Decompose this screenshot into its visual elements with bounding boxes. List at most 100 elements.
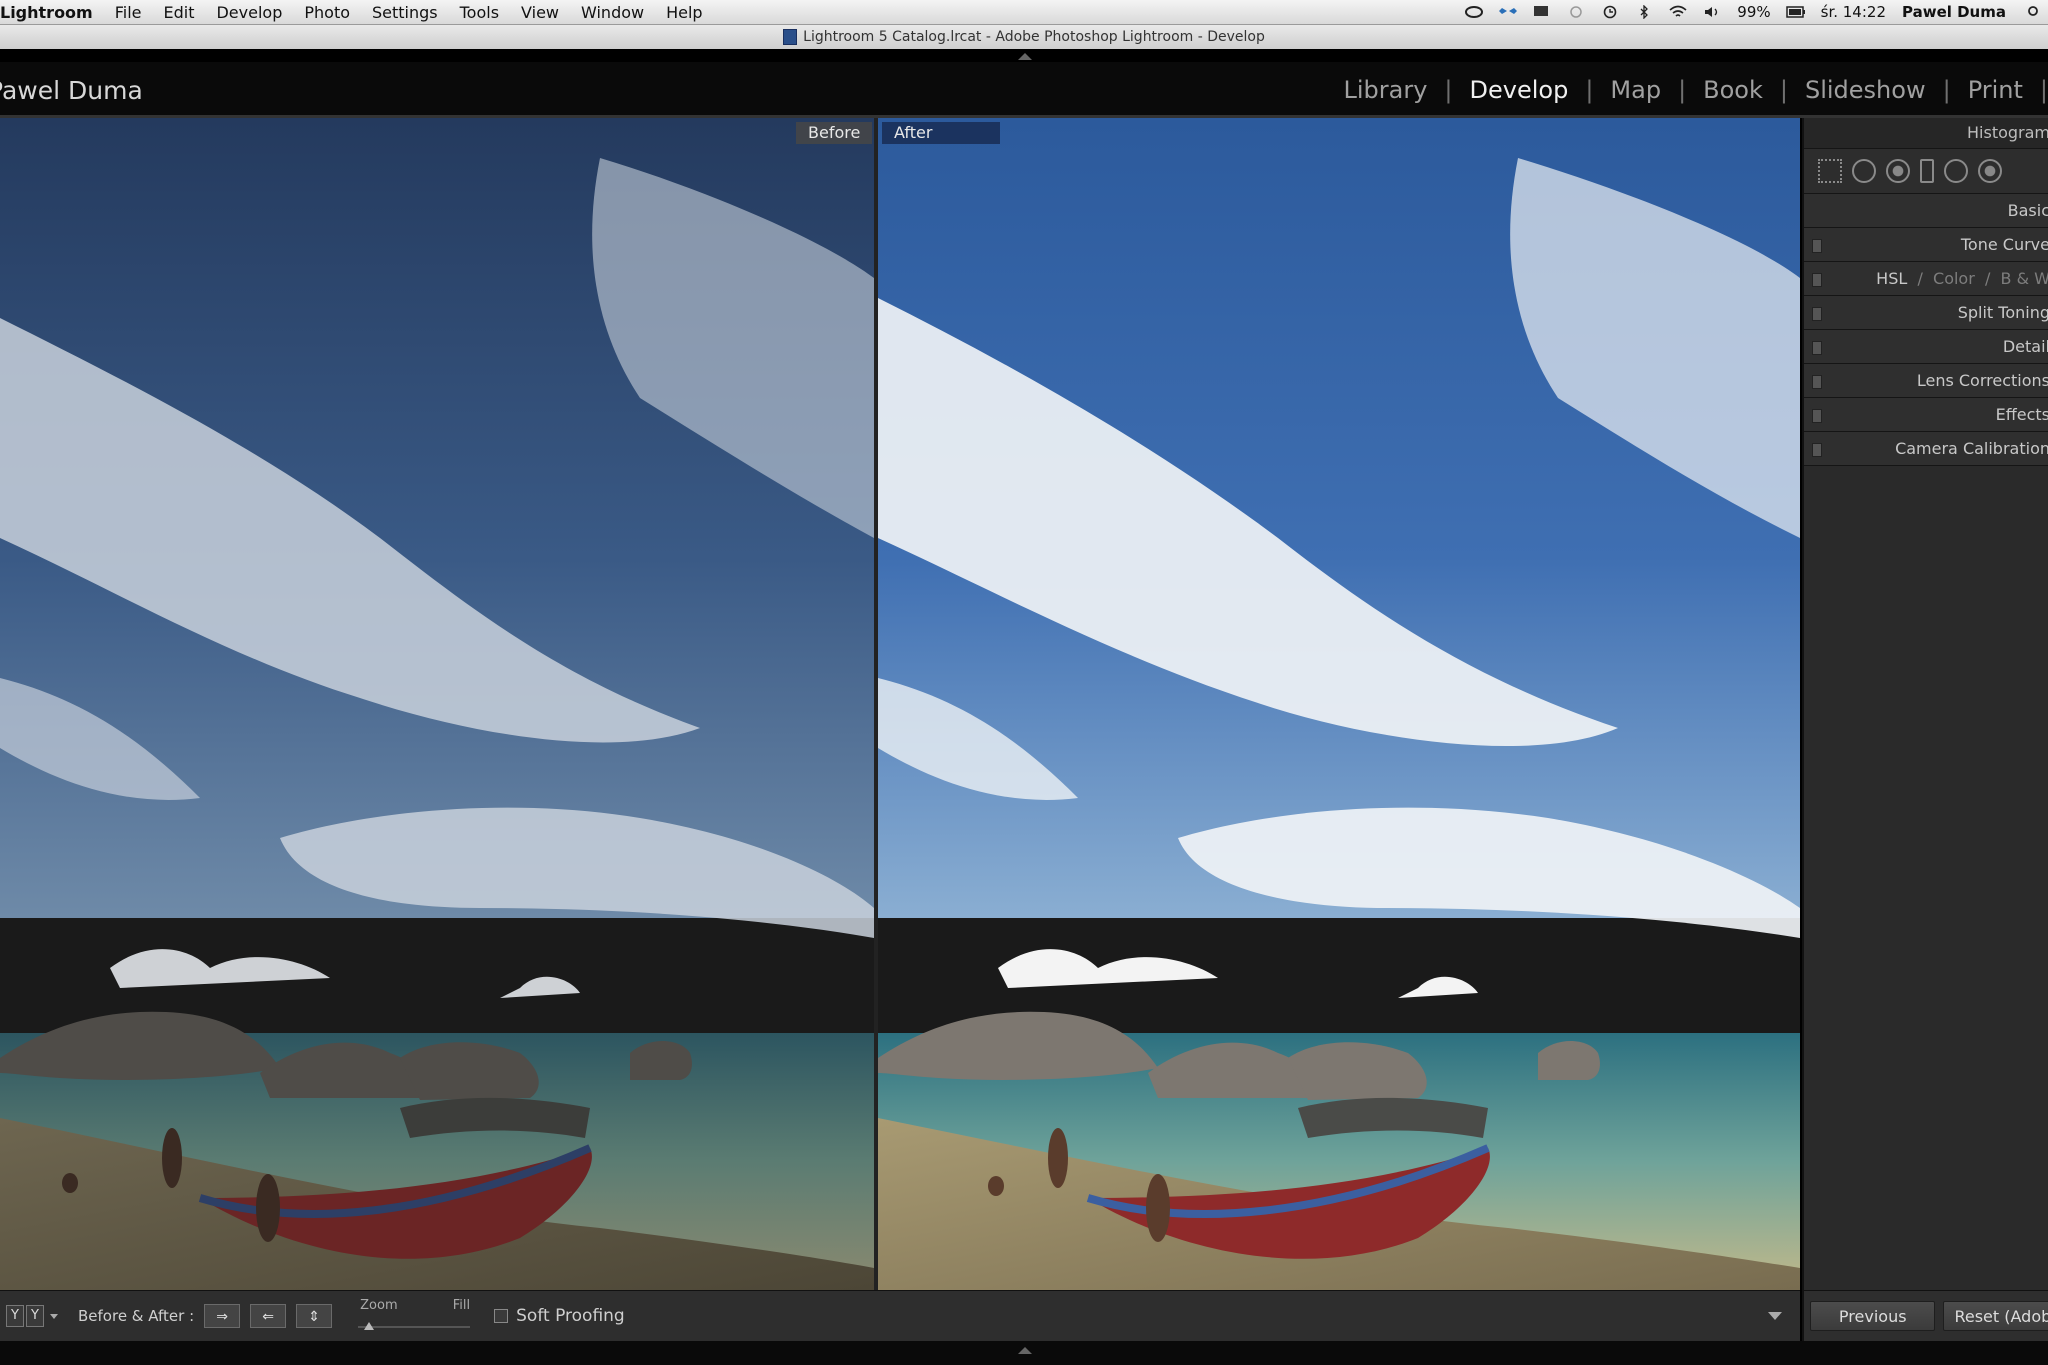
identity-plate: Pawel Duma bbox=[0, 76, 143, 105]
menu-settings[interactable]: Settings bbox=[361, 3, 449, 22]
after-photo bbox=[878, 118, 1800, 1290]
module-header: Pawel Duma Library | Develop | Map | Boo… bbox=[0, 62, 2048, 116]
tab-separator: / bbox=[1979, 269, 1996, 288]
module-slideshow[interactable]: Slideshow bbox=[1788, 76, 1943, 104]
module-separator: | bbox=[1942, 76, 1951, 104]
window-titlebar: Lightroom 5 Catalog.lrcat - Adobe Photos… bbox=[0, 25, 2048, 49]
panel-histogram[interactable]: Histogram bbox=[1804, 118, 2048, 149]
panel-switch-icon[interactable] bbox=[1812, 307, 1822, 321]
module-separator: | bbox=[1678, 76, 1687, 104]
before-label: Before bbox=[796, 122, 873, 144]
panel-buttons: Previous Reset (Adobe) bbox=[1802, 1290, 2048, 1341]
module-print[interactable]: Print bbox=[1951, 76, 2040, 104]
adjustment-brush-icon[interactable] bbox=[1978, 159, 2002, 183]
previous-button[interactable]: Previous bbox=[1810, 1301, 1936, 1331]
panel-camera-calibration[interactable]: Camera Calibration bbox=[1804, 432, 2048, 466]
menu-clock[interactable]: śr. 14:22 bbox=[1813, 3, 1894, 21]
module-separator: | bbox=[2039, 76, 2048, 104]
module-develop[interactable]: Develop bbox=[1453, 76, 1586, 104]
menu-edit[interactable]: Edit bbox=[153, 3, 206, 22]
module-library[interactable]: Library bbox=[1326, 76, 1444, 104]
view-mode-toggle[interactable]: Y Y bbox=[6, 1305, 44, 1327]
top-panel-toggle-icon[interactable] bbox=[1018, 53, 1032, 60]
display-icon[interactable] bbox=[1532, 5, 1552, 19]
before-after-label: Before & After : bbox=[78, 1307, 195, 1325]
menu-develop[interactable]: Develop bbox=[205, 3, 293, 22]
battery-icon[interactable] bbox=[1785, 5, 1806, 19]
soft-proofing-label[interactable]: Soft Proofing bbox=[516, 1306, 625, 1326]
filmstrip-collapsed-bar bbox=[0, 1341, 2048, 1365]
develop-toolbar: Y Y Before & After : ⇒ ⇐ ⇕ Zoom Fill Sof… bbox=[0, 1290, 1800, 1341]
panel-effects[interactable]: Effects bbox=[1804, 398, 2048, 432]
swap-before-after-button[interactable]: ⇕ bbox=[296, 1304, 333, 1328]
menu-user[interactable]: Pawel Duma bbox=[1894, 3, 2014, 21]
dropbox-icon[interactable] bbox=[1498, 5, 1518, 19]
catalog-document-icon bbox=[783, 29, 798, 45]
panel-tone-curve-label: Tone Curve bbox=[1960, 235, 2048, 254]
zoom-control[interactable]: Zoom Fill bbox=[352, 1296, 471, 1336]
crop-overlay-icon[interactable] bbox=[1818, 159, 1842, 183]
red-eye-icon[interactable] bbox=[1886, 159, 1910, 183]
tab-bw[interactable]: B & W bbox=[2001, 269, 2048, 288]
view-mode-dropdown-icon[interactable] bbox=[50, 1313, 58, 1319]
zoom-slider-track[interactable] bbox=[358, 1326, 471, 1328]
menu-file[interactable]: File bbox=[104, 3, 153, 22]
before-after-view-icon[interactable]: Y bbox=[26, 1305, 44, 1327]
module-map[interactable]: Map bbox=[1593, 76, 1678, 104]
panel-switch-icon[interactable] bbox=[1812, 375, 1822, 389]
panel-switch-icon[interactable] bbox=[1812, 273, 1822, 287]
bottom-panel-toggle-icon[interactable] bbox=[1018, 1347, 1032, 1354]
spotlight-icon[interactable] bbox=[2021, 5, 2041, 19]
tab-hsl[interactable]: HSL bbox=[1876, 269, 1907, 288]
panel-detail[interactable]: Detail bbox=[1804, 330, 2048, 364]
panel-basic[interactable]: Basic bbox=[1804, 194, 2048, 228]
tab-separator: / bbox=[1912, 269, 1928, 288]
tool-strip bbox=[1804, 149, 2048, 194]
panel-switch-icon[interactable] bbox=[1812, 443, 1822, 457]
panel-switch-icon[interactable] bbox=[1812, 341, 1822, 355]
panel-switch-icon[interactable] bbox=[1812, 409, 1822, 423]
graduated-filter-icon[interactable] bbox=[1920, 159, 1934, 183]
panel-camera-calibration-label: Camera Calibration bbox=[1895, 439, 2048, 458]
before-image-pane[interactable] bbox=[0, 118, 874, 1290]
copy-before-to-after-button[interactable]: ⇒ bbox=[204, 1304, 241, 1328]
menu-help[interactable]: Help bbox=[655, 3, 713, 22]
reset-button[interactable]: Reset (Adobe) bbox=[1943, 1301, 2048, 1331]
panel-split-toning[interactable]: Split Toning bbox=[1804, 296, 2048, 330]
zoom-label: Zoom bbox=[360, 1298, 398, 1313]
panel-switch-icon[interactable] bbox=[1812, 239, 1822, 253]
before-photo bbox=[0, 118, 874, 1290]
zoom-slider-thumb[interactable] bbox=[364, 1322, 375, 1330]
battery-percent: 99% bbox=[1737, 3, 1771, 21]
before-after-view-icon[interactable]: Y bbox=[6, 1305, 24, 1327]
bluetooth-icon[interactable] bbox=[1634, 5, 1654, 19]
creative-cloud-icon[interactable] bbox=[1464, 5, 1484, 19]
volume-icon[interactable] bbox=[1702, 5, 1722, 19]
wifi-icon[interactable] bbox=[1668, 5, 1688, 19]
tab-color[interactable]: Color bbox=[1933, 269, 1975, 288]
radial-filter-icon[interactable] bbox=[1944, 159, 1968, 183]
time-machine-icon[interactable] bbox=[1600, 5, 1620, 19]
menu-bar: Lightroom File Edit Develop Photo Settin… bbox=[0, 0, 2048, 25]
module-book[interactable]: Book bbox=[1686, 76, 1780, 104]
menu-app-name[interactable]: Lightroom bbox=[0, 3, 104, 22]
panel-tone-curve[interactable]: Tone Curve bbox=[1804, 228, 2048, 262]
toolbar-content-dropdown-icon[interactable] bbox=[1768, 1312, 1782, 1320]
develop-right-panel: Histogram Basic Tone Curve HSL / Color /… bbox=[1802, 118, 2048, 1290]
menu-photo[interactable]: Photo bbox=[293, 3, 361, 22]
broadcast-icon[interactable] bbox=[1566, 5, 1586, 19]
spot-removal-icon[interactable] bbox=[1852, 159, 1876, 183]
module-separator: | bbox=[1779, 76, 1788, 104]
menu-tools[interactable]: Tools bbox=[449, 3, 510, 22]
panel-lens-corrections[interactable]: Lens Corrections bbox=[1804, 364, 2048, 398]
soft-proofing-checkbox[interactable] bbox=[494, 1309, 509, 1323]
module-picker: Library | Develop | Map | Book | Slidesh… bbox=[1326, 76, 2048, 104]
zoom-value: Fill bbox=[452, 1298, 471, 1313]
status-menus: 99% śr. 14:22 Pawel Duma bbox=[1457, 0, 2048, 24]
module-separator: | bbox=[1585, 76, 1594, 104]
menu-view[interactable]: View bbox=[510, 3, 570, 22]
panel-hsl[interactable]: HSL / Color / B & W bbox=[1804, 262, 2048, 296]
copy-after-to-before-button[interactable]: ⇐ bbox=[250, 1304, 287, 1328]
after-image-pane[interactable] bbox=[878, 118, 1800, 1290]
menu-window[interactable]: Window bbox=[570, 3, 655, 22]
